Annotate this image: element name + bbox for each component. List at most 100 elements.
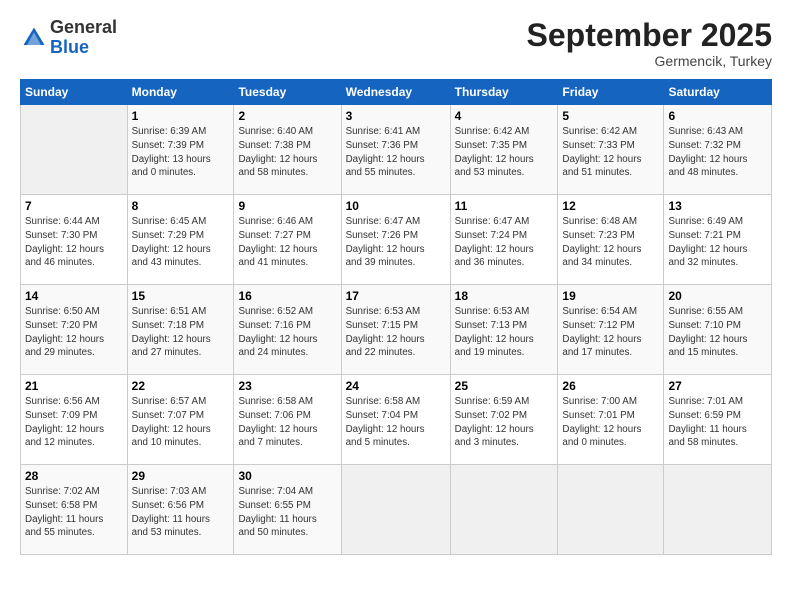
calendar-cell: 24 Sunrise: 6:58 AMSunset: 7:04 PMDayligh… — [341, 375, 450, 465]
day-info: Sunrise: 6:49 AMSunset: 7:21 PMDaylight:… — [668, 215, 767, 270]
day-info: Sunrise: 6:54 AMSunset: 7:12 PMDaylight:… — [562, 305, 659, 360]
day-number: 26 — [562, 379, 659, 393]
calendar-cell: 1 Sunrise: 6:39 AMSunset: 7:39 PMDaylight… — [127, 105, 234, 195]
calendar-header-cell: Thursday — [450, 80, 558, 105]
day-number: 24 — [346, 379, 446, 393]
day-number: 10 — [346, 199, 446, 213]
calendar-week-row: 28Sunrise: 7:02 AMSunset: 6:58 PMDayligh… — [21, 465, 772, 555]
day-number: 15 — [132, 289, 230, 303]
day-info: Sunrise: 6:53 AMSunset: 7:13 PMDaylight:… — [455, 305, 554, 360]
day-info: Sunrise: 6:43 AMSunset: 7:32 PMDaylight:… — [668, 125, 767, 180]
calendar-cell: 19 Sunrise: 6:54 AMSunset: 7:12 PMDayligh… — [558, 285, 664, 375]
calendar-cell: 14 Sunrise: 6:50 AMSunset: 7:20 PMDayligh… — [21, 285, 128, 375]
day-number: 3 — [346, 109, 446, 123]
calendar-table: SundayMondayTuesdayWednesdayThursdayFrid… — [20, 79, 772, 555]
day-info: Sunrise: 6:47 AMSunset: 7:24 PMDaylight:… — [455, 215, 554, 270]
day-number: 18 — [455, 289, 554, 303]
day-info: Sunrise: 7:03 AMSunset: 6:56 PMDaylight:… — [132, 485, 230, 540]
calendar-cell — [341, 465, 450, 555]
logo: General Blue — [20, 18, 117, 58]
calendar-cell: 28Sunrise: 7:02 AMSunset: 6:58 PMDayligh… — [21, 465, 128, 555]
calendar-cell: 18 Sunrise: 6:53 AMSunset: 7:13 PMDayligh… — [450, 285, 558, 375]
calendar-header-row: SundayMondayTuesdayWednesdayThursdayFrid… — [21, 80, 772, 105]
calendar-cell: 7Sunrise: 6:44 AMSunset: 7:30 PMDaylight… — [21, 195, 128, 285]
calendar-cell: 3 Sunrise: 6:41 AMSunset: 7:36 PMDaylight… — [341, 105, 450, 195]
calendar-cell: 2 Sunrise: 6:40 AMSunset: 7:38 PMDaylight… — [234, 105, 341, 195]
day-number: 4 — [455, 109, 554, 123]
day-info: Sunrise: 7:01 AMSunset: 6:59 PMDaylight:… — [668, 395, 767, 450]
day-number: 7 — [25, 199, 123, 213]
day-number: 29 — [132, 469, 230, 483]
calendar-cell: 16Sunrise: 6:52 AMSunset: 7:16 PMDayligh… — [234, 285, 341, 375]
calendar-cell: 29 Sunrise: 7:03 AMSunset: 6:56 PMDayligh… — [127, 465, 234, 555]
calendar-header-cell: Friday — [558, 80, 664, 105]
calendar-page: General Blue September 2025 Germencik, T… — [0, 0, 792, 612]
calendar-cell: 15 Sunrise: 6:51 AMSunset: 7:18 PMDayligh… — [127, 285, 234, 375]
location: Germencik, Turkey — [527, 53, 772, 69]
calendar-cell: 23 Sunrise: 6:58 AMSunset: 7:06 PMDayligh… — [234, 375, 341, 465]
calendar-cell — [664, 465, 772, 555]
calendar-cell: 8Sunrise: 6:45 AMSunset: 7:29 PMDaylight… — [127, 195, 234, 285]
calendar-cell: 13 Sunrise: 6:49 AMSunset: 7:21 PMDayligh… — [664, 195, 772, 285]
day-number: 19 — [562, 289, 659, 303]
day-number: 5 — [562, 109, 659, 123]
calendar-cell: 6 Sunrise: 6:43 AMSunset: 7:32 PMDaylight… — [664, 105, 772, 195]
calendar-cell: 9Sunrise: 6:46 AMSunset: 7:27 PMDaylight… — [234, 195, 341, 285]
day-number: 22 — [132, 379, 230, 393]
header: General Blue September 2025 Germencik, T… — [20, 18, 772, 69]
calendar-week-row: 7Sunrise: 6:44 AMSunset: 7:30 PMDaylight… — [21, 195, 772, 285]
day-info: Sunrise: 6:55 AMSunset: 7:10 PMDaylight:… — [668, 305, 767, 360]
calendar-cell: 26 Sunrise: 7:00 AMSunset: 7:01 PMDayligh… — [558, 375, 664, 465]
day-info: Sunrise: 6:58 AMSunset: 7:06 PMDaylight:… — [238, 395, 336, 450]
calendar-cell: 20Sunrise: 6:55 AMSunset: 7:10 PMDayligh… — [664, 285, 772, 375]
day-number: 30 — [238, 469, 336, 483]
day-info: Sunrise: 6:42 AMSunset: 7:33 PMDaylight:… — [562, 125, 659, 180]
calendar-cell — [558, 465, 664, 555]
day-number: 23 — [238, 379, 336, 393]
calendar-body: 1 Sunrise: 6:39 AMSunset: 7:39 PMDaylight… — [21, 105, 772, 555]
day-number: 25 — [455, 379, 554, 393]
day-info: Sunrise: 6:48 AMSunset: 7:23 PMDaylight:… — [562, 215, 659, 270]
calendar-cell: 27 Sunrise: 7:01 AMSunset: 6:59 PMDayligh… — [664, 375, 772, 465]
day-number: 27 — [668, 379, 767, 393]
calendar-cell: 11 Sunrise: 6:47 AMSunset: 7:24 PMDayligh… — [450, 195, 558, 285]
title-block: September 2025 Germencik, Turkey — [527, 18, 772, 69]
calendar-header-cell: Tuesday — [234, 80, 341, 105]
day-info: Sunrise: 6:41 AMSunset: 7:36 PMDaylight:… — [346, 125, 446, 180]
calendar-cell: 17 Sunrise: 6:53 AMSunset: 7:15 PMDayligh… — [341, 285, 450, 375]
day-info: Sunrise: 6:39 AMSunset: 7:39 PMDaylight:… — [132, 125, 230, 180]
day-number: 14 — [25, 289, 123, 303]
calendar-cell: 5 Sunrise: 6:42 AMSunset: 7:33 PMDaylight… — [558, 105, 664, 195]
calendar-cell — [450, 465, 558, 555]
day-info: Sunrise: 6:51 AMSunset: 7:18 PMDaylight:… — [132, 305, 230, 360]
day-info: Sunrise: 6:58 AMSunset: 7:04 PMDaylight:… — [346, 395, 446, 450]
day-info: Sunrise: 6:46 AMSunset: 7:27 PMDaylight:… — [238, 215, 336, 270]
logo-text: General Blue — [50, 18, 117, 58]
day-info: Sunrise: 6:42 AMSunset: 7:35 PMDaylight:… — [455, 125, 554, 180]
day-info: Sunrise: 7:04 AMSunset: 6:55 PMDaylight:… — [238, 485, 336, 540]
day-info: Sunrise: 6:52 AMSunset: 7:16 PMDaylight:… — [238, 305, 336, 360]
day-info: Sunrise: 6:56 AMSunset: 7:09 PMDaylight:… — [25, 395, 123, 450]
calendar-cell: 10Sunrise: 6:47 AMSunset: 7:26 PMDayligh… — [341, 195, 450, 285]
calendar-header-cell: Sunday — [21, 80, 128, 105]
calendar-week-row: 1 Sunrise: 6:39 AMSunset: 7:39 PMDaylight… — [21, 105, 772, 195]
day-number: 13 — [668, 199, 767, 213]
day-info: Sunrise: 7:00 AMSunset: 7:01 PMDaylight:… — [562, 395, 659, 450]
day-info: Sunrise: 6:53 AMSunset: 7:15 PMDaylight:… — [346, 305, 446, 360]
calendar-cell — [21, 105, 128, 195]
day-info: Sunrise: 6:50 AMSunset: 7:20 PMDaylight:… — [25, 305, 123, 360]
calendar-cell: 4 Sunrise: 6:42 AMSunset: 7:35 PMDaylight… — [450, 105, 558, 195]
day-number: 11 — [455, 199, 554, 213]
day-info: Sunrise: 6:40 AMSunset: 7:38 PMDaylight:… — [238, 125, 336, 180]
calendar-cell: 30 Sunrise: 7:04 AMSunset: 6:55 PMDayligh… — [234, 465, 341, 555]
logo-icon — [20, 24, 48, 52]
day-number: 6 — [668, 109, 767, 123]
calendar-cell: 12Sunrise: 6:48 AMSunset: 7:23 PMDayligh… — [558, 195, 664, 285]
day-number: 8 — [132, 199, 230, 213]
calendar-week-row: 14 Sunrise: 6:50 AMSunset: 7:20 PMDayligh… — [21, 285, 772, 375]
day-number: 17 — [346, 289, 446, 303]
day-info: Sunrise: 6:57 AMSunset: 7:07 PMDaylight:… — [132, 395, 230, 450]
day-number: 1 — [132, 109, 230, 123]
month-title: September 2025 — [527, 18, 772, 53]
day-number: 2 — [238, 109, 336, 123]
